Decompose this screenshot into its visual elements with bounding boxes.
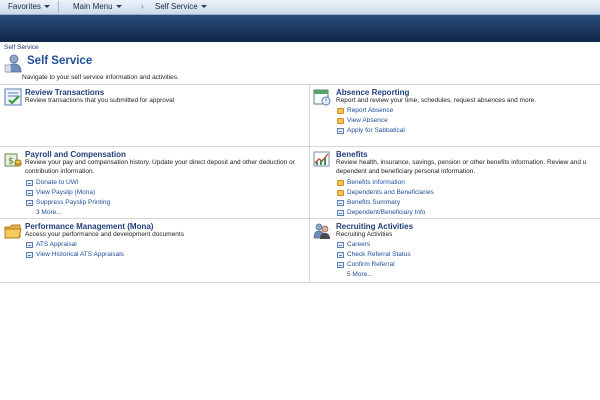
folder-icon [337, 108, 344, 114]
review-transactions-title[interactable]: Review Transactions [25, 88, 104, 97]
ats-appraisal-link[interactable]: ATS Appraisal [36, 241, 77, 248]
payroll-compensation-title[interactable]: Payroll and Compensation [25, 150, 126, 159]
donate-to-uwi-link[interactable]: Donate to UWI [36, 179, 79, 186]
favorites-menu[interactable]: Favorites [8, 2, 50, 11]
absence-reporting-description: Report and review your time, schedules, … [336, 97, 537, 104]
confirm-referral-link[interactable]: Confirm Referral [347, 261, 395, 268]
review-transactions-icon [4, 88, 22, 106]
chevron-down-icon [200, 5, 207, 9]
performance-management-title[interactable]: Performance Management (Mona) [25, 222, 153, 231]
folder-icon [337, 190, 344, 196]
benefits-title[interactable]: Benefits [336, 150, 368, 159]
divider [309, 84, 310, 282]
dependent-beneficiary-info-link[interactable]: Dependent/Beneficiary Info [347, 209, 425, 216]
folder-icon [337, 118, 344, 124]
view-payslip-link[interactable]: View Payslip (Mona) [36, 189, 95, 196]
chevron-down-icon [43, 5, 50, 9]
header-banner [0, 15, 600, 42]
breadcrumb-chevron-icon: › [141, 2, 144, 11]
performance-management-description: Access your performance and development … [25, 231, 184, 238]
page-icon [337, 262, 344, 268]
page-icon [26, 252, 33, 258]
main-menu[interactable]: Main Menu [73, 2, 122, 11]
more-link[interactable]: 5 More... [347, 271, 373, 278]
payroll-icon: $ [4, 153, 22, 167]
dependents-beneficiaries-link[interactable]: Dependents and Beneficiaries [347, 189, 434, 196]
main-menu-label: Main Menu [73, 2, 113, 11]
report-absence-link[interactable]: Report Absence [347, 107, 393, 114]
page-icon [26, 242, 33, 248]
page-description: Navigate to your self service informatio… [22, 74, 179, 81]
benefits-chart-icon [313, 151, 330, 167]
absence-reporting-title[interactable]: Absence Reporting [336, 88, 409, 97]
menu-divider [58, 1, 59, 13]
view-absence-link[interactable]: View Absence [347, 117, 388, 124]
more-link[interactable]: 3 More... [36, 209, 62, 216]
benefits-description: Review health, insurance, savings, pensi… [336, 159, 587, 175]
benefits-information-link[interactable]: Benefits Information [347, 179, 405, 186]
recruiting-people-icon [313, 223, 330, 239]
page-icon [337, 200, 344, 206]
self-service-menu[interactable]: Self Service [155, 2, 207, 11]
recruiting-activities-description: Recruiting Activities [336, 231, 393, 238]
careers-link[interactable]: Careers [347, 241, 370, 248]
page-icon [26, 200, 33, 206]
chevron-down-icon [115, 5, 122, 9]
divider [0, 282, 600, 283]
self-service-icon [4, 54, 22, 73]
favorites-label: Favorites [8, 2, 41, 11]
suppress-payslip-link[interactable]: Suppress Payslip Printing [36, 199, 110, 206]
page-title: Self Service [27, 55, 93, 67]
divider [0, 146, 600, 147]
page-icon [337, 128, 344, 134]
svg-text:$: $ [8, 157, 14, 167]
apply-for-sabbatical-link[interactable]: Apply for Sabbatical [347, 127, 405, 134]
absence-calendar-icon [313, 89, 331, 106]
page-icon [26, 180, 33, 186]
recruiting-activities-title[interactable]: Recruiting Activities [336, 222, 413, 231]
divider [0, 84, 600, 85]
page-icon [337, 252, 344, 258]
page-icon [26, 190, 33, 196]
self-service-menu-label: Self Service [155, 2, 198, 11]
breadcrumb: Self Service [4, 44, 39, 51]
benefits-summary-link[interactable]: Benefits Summary [347, 199, 400, 206]
view-historical-appraisals-link[interactable]: View Historical ATS Appraisals [36, 251, 124, 258]
payroll-compensation-description: Review your pay and compensation history… [25, 159, 295, 175]
divider [0, 218, 600, 219]
folder-icon [4, 224, 22, 239]
page-icon [337, 242, 344, 248]
top-menubar: Favorites Main Menu › Self Service [0, 0, 600, 15]
page-icon [337, 210, 344, 216]
check-referral-status-link[interactable]: Check Referral Status [347, 251, 411, 258]
review-transactions-description: Review transactions that you submitted f… [25, 97, 175, 104]
folder-icon [337, 180, 344, 186]
